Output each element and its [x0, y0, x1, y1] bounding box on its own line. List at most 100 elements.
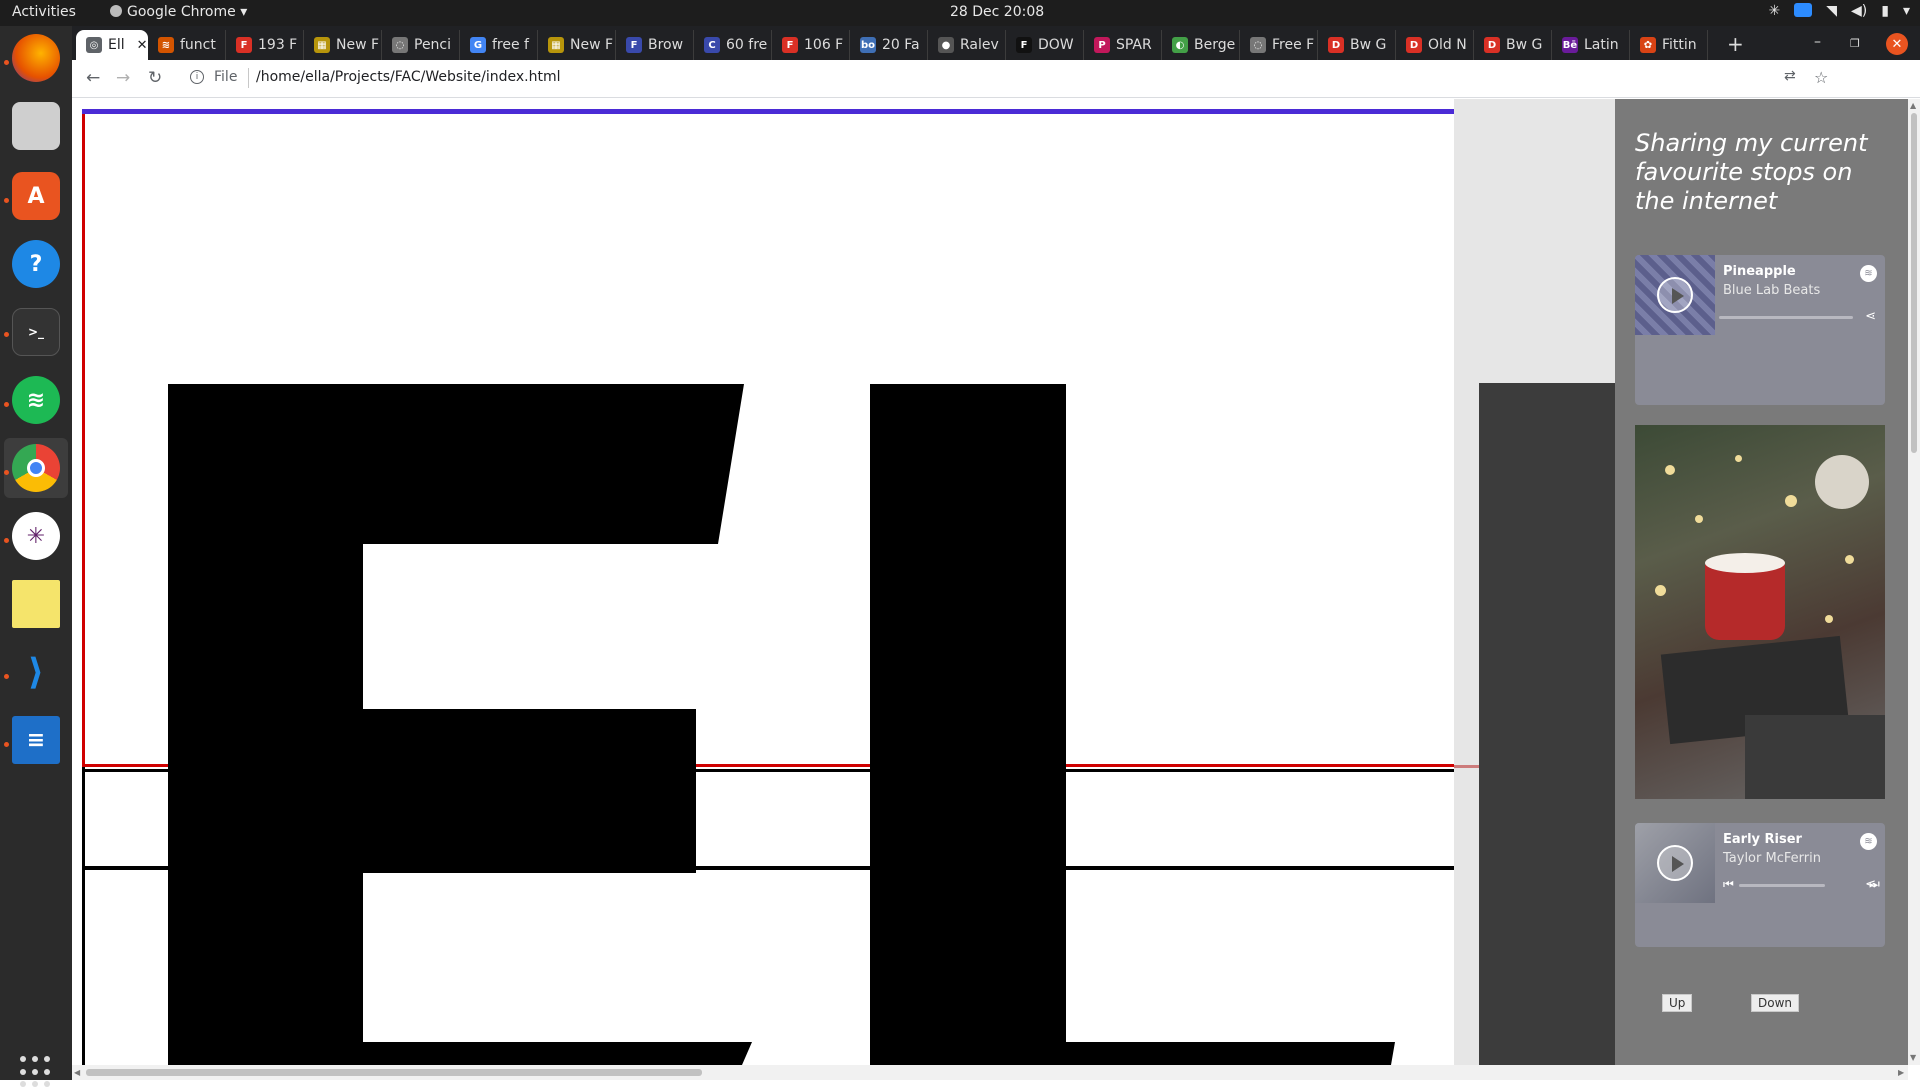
activities-button[interactable]: Activities — [12, 4, 76, 20]
tab-favicon-icon: F — [626, 37, 642, 53]
page-viewport: Sharing my current favourite stops on th… — [72, 99, 1908, 1065]
clock[interactable]: 28 Dec 20:08 — [950, 4, 1044, 20]
share-icon[interactable]: ⋖ — [1865, 877, 1876, 892]
scroll-up-button[interactable]: Up — [1662, 994, 1693, 1012]
vscode-icon[interactable]: ⟩ — [12, 648, 60, 696]
play-button[interactable] — [1657, 845, 1693, 881]
scrollbar-thumb[interactable] — [86, 1069, 702, 1076]
tab-title: Ralev — [960, 37, 999, 53]
tab-favicon-icon: Bē — [1562, 37, 1578, 53]
terminal-icon[interactable]: >_ — [12, 308, 60, 356]
scroll-left-arrow-icon[interactable]: ◀ — [74, 1068, 80, 1077]
tab-title: 106 F — [804, 37, 844, 53]
reload-button[interactable]: ↻ — [148, 68, 162, 88]
browser-tab[interactable]: ◎ Ell ✕ — [76, 30, 148, 60]
browser-tab[interactable]: ≋ funct — [148, 30, 226, 60]
previous-track-icon[interactable]: ⏮ — [1723, 877, 1734, 892]
browser-tab[interactable]: P SPAR — [1084, 30, 1162, 60]
system-tray[interactable]: ✳ ◥ ◀) ▮ ▾ — [1769, 3, 1910, 19]
browser-tab[interactable]: ▦ New F — [304, 30, 382, 60]
tab-title: Penci — [414, 37, 452, 53]
slack-tray-icon[interactable]: ✳ — [1769, 3, 1781, 19]
tab-title: Bw G — [1350, 37, 1387, 53]
minimize-button[interactable]: – — [1814, 34, 1821, 50]
restore-button[interactable]: ❐ — [1850, 37, 1860, 50]
scroll-up-arrow-icon[interactable]: ▲ — [1910, 101, 1916, 110]
tab-favicon-icon: P — [1094, 37, 1110, 53]
browser-tab[interactable]: ▦ New F — [538, 30, 616, 60]
browser-tab[interactable]: Gfree f — [460, 30, 538, 60]
firefox-icon[interactable] — [12, 34, 60, 82]
browser-tab[interactable]: F 193 F — [226, 30, 304, 60]
track-artist: Blue Lab Beats — [1723, 283, 1821, 298]
progress-bar[interactable] — [1719, 316, 1853, 319]
chevron-down-icon: ▾ — [240, 4, 248, 20]
running-indicator — [4, 332, 9, 337]
software-center-icon[interactable]: A — [12, 172, 60, 220]
giant-letter-l — [870, 384, 1395, 1065]
notes-icon[interactable] — [12, 580, 60, 628]
spotify-logo-icon[interactable]: ≋ — [1860, 265, 1877, 282]
browser-tab[interactable]: ◌ Free F — [1240, 30, 1318, 60]
spotify-logo-icon[interactable]: ≋ — [1860, 833, 1877, 850]
chrome-icon[interactable] — [12, 444, 60, 492]
favourites-sidebar: Sharing my current favourite stops on th… — [1615, 99, 1908, 1065]
show-applications-icon[interactable] — [20, 1056, 52, 1088]
tab-favicon-icon: ◌ — [392, 37, 408, 53]
scrollbar-thumb[interactable] — [1911, 113, 1917, 453]
tab-favicon-icon: ◐ — [1172, 37, 1188, 53]
close-window-button[interactable]: ✕ — [1886, 33, 1908, 55]
help-icon[interactable]: ? — [12, 240, 60, 288]
tab-favicon-icon: D — [1406, 37, 1422, 53]
browser-tab[interactable]: D Old N — [1396, 30, 1474, 60]
translate-icon[interactable]: ⇄ — [1784, 68, 1796, 84]
giant-letter-e — [168, 384, 752, 1065]
tab-title: Bw G — [1506, 37, 1543, 53]
url-field[interactable]: /home/ella/Projects/FAC/Website/index.ht… — [256, 69, 560, 85]
spotify-embed[interactable]: Pineapple Blue Lab Beats ≋ ⋖ — [1635, 255, 1885, 405]
files-icon[interactable] — [12, 102, 60, 150]
browser-tab[interactable]: F 106 F — [772, 30, 850, 60]
browser-tab[interactable]: C 60 fre — [694, 30, 772, 60]
browser-tab[interactable]: F Brow — [616, 30, 694, 60]
tab-title: Old N — [1428, 37, 1467, 53]
back-button[interactable]: ← — [86, 68, 100, 88]
spotify-embed[interactable]: Early Riser Taylor McFerrin ≋ ⏮ ⏭ ⋖ — [1635, 823, 1885, 947]
browser-tab[interactable]: F DOW — [1006, 30, 1084, 60]
volume-icon[interactable]: ◀) — [1851, 3, 1867, 19]
scroll-down-button[interactable]: Down — [1751, 994, 1800, 1012]
slack-icon[interactable]: ✳ — [12, 512, 60, 560]
writer-icon[interactable]: ≡ — [12, 716, 60, 764]
tab-title: DOW — [1038, 37, 1074, 53]
bookmark-star-icon[interactable]: ☆ — [1814, 68, 1828, 87]
browser-tab[interactable]: ◐ Berge — [1162, 30, 1240, 60]
play-button[interactable] — [1657, 277, 1693, 313]
vertical-scrollbar[interactable]: ▲ ▼ — [1908, 99, 1920, 1065]
tab-title: 193 F — [258, 37, 298, 53]
chevron-down-icon[interactable]: ▾ — [1903, 3, 1910, 19]
horizontal-scrollbar[interactable]: ◀ ▶ — [72, 1065, 1908, 1080]
browser-tab[interactable]: ● Ralev — [928, 30, 1006, 60]
progress-bar[interactable] — [1739, 884, 1825, 887]
tab-favicon-icon: ✿ — [1640, 37, 1656, 53]
app-menu[interactable]: Google Chrome ▾ — [110, 4, 247, 20]
share-icon[interactable]: ⋖ — [1865, 309, 1876, 324]
forward-button[interactable]: → — [116, 68, 130, 88]
wifi-icon[interactable]: ◥ — [1826, 3, 1837, 19]
info-icon[interactable]: i — [190, 70, 204, 84]
browser-tab[interactable]: bo 20 Fa — [850, 30, 928, 60]
scroll-right-arrow-icon[interactable]: ▶ — [1898, 1068, 1904, 1077]
browser-tab[interactable]: Bē Latin — [1552, 30, 1630, 60]
browser-tab[interactable]: ◌ Penci — [382, 30, 460, 60]
browser-tab[interactable]: D Bw G — [1318, 30, 1396, 60]
zoom-tray-icon[interactable] — [1794, 3, 1813, 17]
scroll-down-arrow-icon[interactable]: ▼ — [1910, 1053, 1916, 1062]
system-top-bar: Activities Google Chrome ▾ 28 Dec 20:08 … — [0, 0, 1920, 26]
close-tab-icon[interactable]: ✕ — [137, 38, 148, 53]
browser-tab[interactable]: D Bw G — [1474, 30, 1552, 60]
battery-icon[interactable]: ▮ — [1881, 3, 1889, 19]
browser-tab[interactable]: ✿ Fittin — [1630, 30, 1708, 60]
spotify-icon[interactable]: ≋ — [12, 376, 60, 424]
tab-favicon-icon: ● — [938, 37, 954, 53]
new-tab-button[interactable]: + — [1727, 32, 1744, 56]
